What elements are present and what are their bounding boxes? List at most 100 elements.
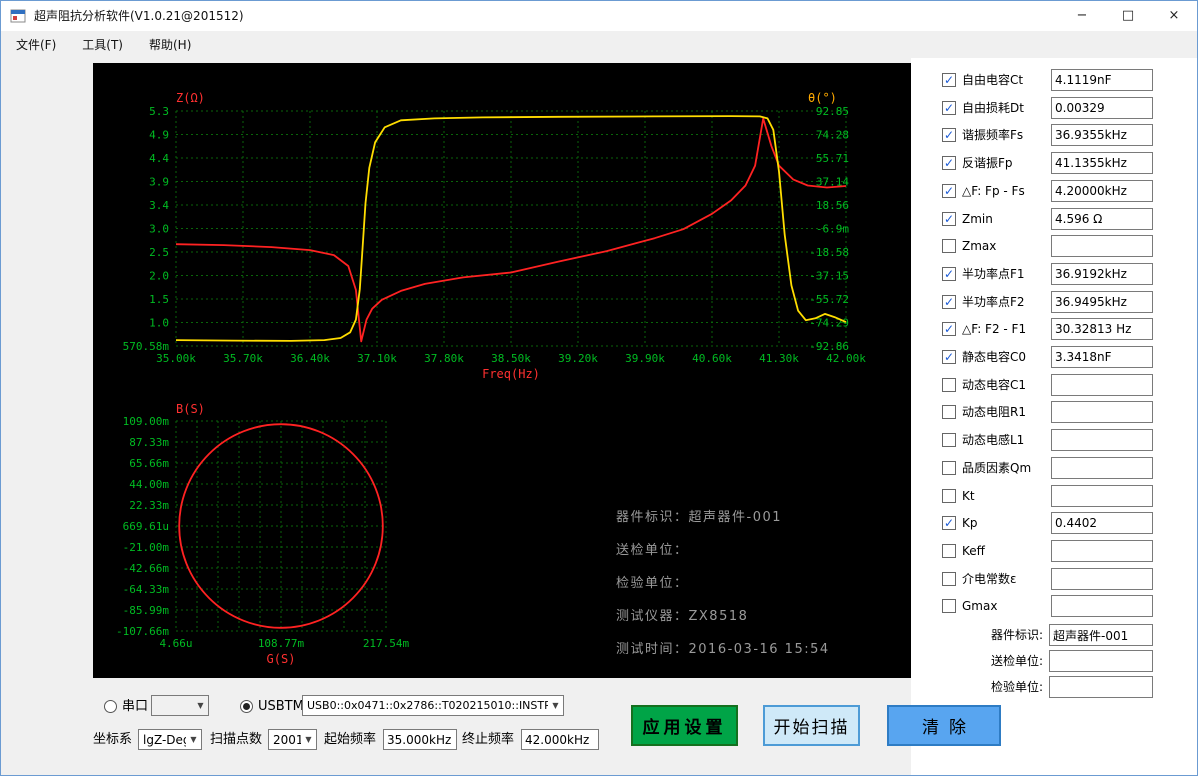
tick-label: -18.58 xyxy=(809,246,849,259)
tick-label: 37.10k xyxy=(357,352,397,365)
parameter-checkbox-checked[interactable]: ✓ xyxy=(942,73,956,87)
chevron-down-icon: ▼ xyxy=(186,735,201,744)
parameter-checkbox-checked[interactable]: ✓ xyxy=(942,322,956,336)
stop-frequency-input[interactable] xyxy=(521,729,599,750)
tick-label: 39.90k xyxy=(625,352,665,365)
parameter-value-field[interactable] xyxy=(1051,457,1153,479)
parameter-label: Gmax xyxy=(962,595,997,617)
parameter-row-10: ✓ △F: F2 - F1 xyxy=(911,318,1198,340)
parameter-label: Zmax xyxy=(962,235,996,257)
tick-label: 109.00m xyxy=(123,415,170,428)
parameter-value-field[interactable] xyxy=(1051,208,1153,230)
tick-label: 1.5 xyxy=(149,293,169,306)
parameter-label: Zmin xyxy=(962,208,993,230)
start-frequency-label: 起始频率 xyxy=(324,733,376,747)
parameter-label: 反谐振Fp xyxy=(962,152,1013,174)
menu-tools[interactable]: 工具(T) xyxy=(69,31,136,58)
tick-label: -6.9m xyxy=(816,223,849,236)
minimize-icon: − xyxy=(1077,8,1088,23)
parameter-checkbox-unchecked[interactable] xyxy=(942,378,956,392)
parameter-checkbox-checked[interactable]: ✓ xyxy=(942,267,956,281)
parameter-row-7: Zmax xyxy=(911,235,1198,257)
parameter-value-field[interactable] xyxy=(1051,318,1153,340)
maximize-button[interactable]: □ xyxy=(1105,1,1151,31)
annotation-inspect-unit: 检验单位： xyxy=(616,567,830,600)
parameter-checkbox-checked[interactable]: ✓ xyxy=(942,101,956,115)
tick-label: 1.0 xyxy=(149,317,169,330)
parameter-checkbox-unchecked[interactable] xyxy=(942,239,956,253)
scan-points-combo[interactable]: 2001 ▼ xyxy=(268,729,317,750)
serial-radio[interactable] xyxy=(104,700,117,713)
start-frequency-input[interactable] xyxy=(383,729,457,750)
parameter-checkbox-unchecked[interactable] xyxy=(942,461,956,475)
device-id-row: 器件标识: xyxy=(911,624,1198,646)
start-scan-button[interactable]: 开始扫描 xyxy=(763,705,860,746)
parameter-checkbox-unchecked[interactable] xyxy=(942,405,956,419)
parameter-label: △F: F2 - F1 xyxy=(962,318,1026,340)
parameter-row-17: ✓Kp xyxy=(911,512,1198,534)
parameter-value-field[interactable] xyxy=(1051,540,1153,562)
tick-label: 5.3 xyxy=(149,105,169,118)
parameter-checkbox-checked[interactable]: ✓ xyxy=(942,212,956,226)
parameter-value-field[interactable] xyxy=(1051,180,1153,202)
parameter-value-field[interactable] xyxy=(1051,69,1153,91)
phase-axis-label: θ(°) xyxy=(808,91,837,105)
parameter-checkbox-checked[interactable]: ✓ xyxy=(942,156,956,170)
parameter-checkbox-checked[interactable]: ✓ xyxy=(942,350,956,364)
minimize-button[interactable]: − xyxy=(1059,1,1105,31)
parameter-value-field[interactable] xyxy=(1051,263,1153,285)
serial-port-combo[interactable]: ▼ xyxy=(151,695,209,716)
menubar: 文件(F) 工具(T) 帮助(H) xyxy=(1,31,1197,58)
parameter-checkbox-unchecked[interactable] xyxy=(942,433,956,447)
parameter-value-field[interactable] xyxy=(1051,485,1153,507)
parameter-checkbox-unchecked[interactable] xyxy=(942,572,956,586)
parameter-checkbox-unchecked[interactable] xyxy=(942,599,956,613)
parameter-row-13: 动态电阻R1 xyxy=(911,401,1198,423)
parameter-value-field[interactable] xyxy=(1051,235,1153,257)
parameter-value-field[interactable] xyxy=(1051,512,1153,534)
maximize-icon: □ xyxy=(1122,8,1134,23)
parameter-value-field[interactable] xyxy=(1051,152,1153,174)
x-axis-label: Freq(Hz) xyxy=(482,367,540,381)
parameter-value-field[interactable] xyxy=(1051,124,1153,146)
menu-help[interactable]: 帮助(H) xyxy=(136,31,204,58)
coord-system-label: 坐标系 xyxy=(93,733,132,747)
parameter-label: Kt xyxy=(962,485,975,507)
parameter-row-20: Gmax xyxy=(911,595,1198,617)
parameter-value-field[interactable] xyxy=(1051,429,1153,451)
parameter-checkbox-checked[interactable]: ✓ xyxy=(942,184,956,198)
impedance-axis-label: Z(Ω) xyxy=(176,91,205,105)
tick-label: 35.00k xyxy=(156,352,196,365)
tick-label: 22.33m xyxy=(129,499,169,512)
tick-label: 44.00m xyxy=(129,478,169,491)
parameter-value-field[interactable] xyxy=(1051,568,1153,590)
clear-button[interactable]: 清除 xyxy=(887,705,1001,746)
close-button[interactable]: × xyxy=(1151,1,1197,31)
parameter-value-field[interactable] xyxy=(1051,291,1153,313)
parameter-value-field[interactable] xyxy=(1051,401,1153,423)
parameter-checkbox-checked[interactable]: ✓ xyxy=(942,295,956,309)
parameter-checkbox-checked[interactable]: ✓ xyxy=(942,128,956,142)
usb-address-combo[interactable]: USB0::0x0471::0x2786::T020215010::INSTR … xyxy=(302,695,564,716)
parameter-value-field[interactable] xyxy=(1051,346,1153,368)
parameter-value-field[interactable] xyxy=(1051,97,1153,119)
menu-file[interactable]: 文件(F) xyxy=(3,31,69,58)
apply-settings-button[interactable]: 应用设置 xyxy=(631,705,738,746)
device-id-input[interactable] xyxy=(1049,624,1153,646)
tick-label: 74.28 xyxy=(816,129,849,142)
parameter-checkbox-checked[interactable]: ✓ xyxy=(942,516,956,530)
tick-label: -42.66m xyxy=(123,562,170,575)
annotation-submit-unit: 送检单位： xyxy=(616,534,830,567)
inspect-unit-input[interactable] xyxy=(1049,676,1153,698)
parameter-checkbox-unchecked[interactable] xyxy=(942,489,956,503)
parameter-value-field[interactable] xyxy=(1051,595,1153,617)
parameter-checkbox-unchecked[interactable] xyxy=(942,544,956,558)
parameter-row-11: ✓静态电容C0 xyxy=(911,346,1198,368)
annotation-instrument: 测试仪器：ZX8518 xyxy=(616,600,830,633)
usbtmc-radio[interactable] xyxy=(240,700,253,713)
submit-unit-input[interactable] xyxy=(1049,650,1153,672)
parameter-label: 动态电容C1 xyxy=(962,374,1026,396)
tick-label: -64.33m xyxy=(123,583,170,596)
parameter-value-field[interactable] xyxy=(1051,374,1153,396)
coord-system-combo[interactable]: lgZ-Deg ▼ xyxy=(138,729,202,750)
